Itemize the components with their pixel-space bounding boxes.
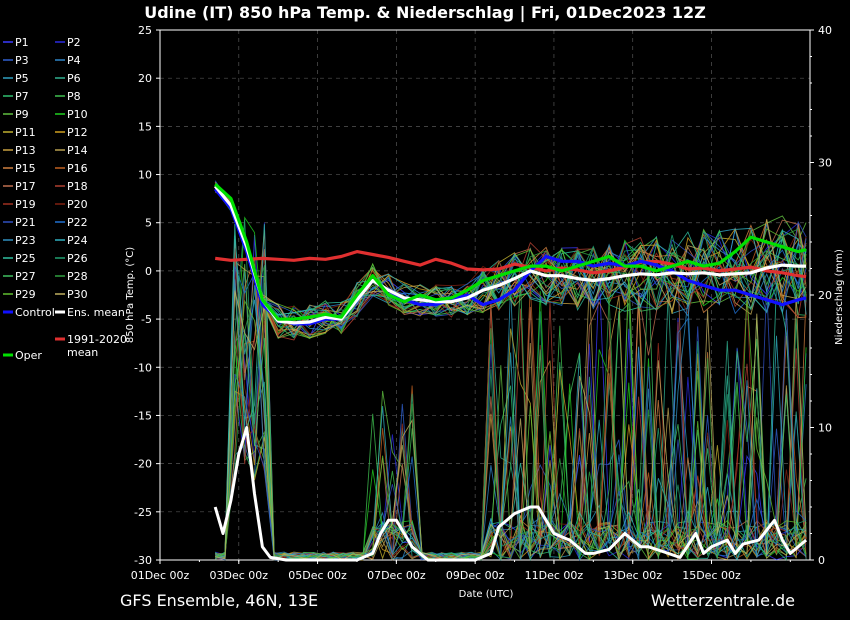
legend-label: P13 <box>15 144 36 157</box>
x-tick-label: 01Dec 00z <box>131 569 190 582</box>
legend-label: P1 <box>15 36 29 49</box>
legend-label: P20 <box>67 198 88 211</box>
member-temp-line <box>214 185 807 327</box>
legend-label: P7 <box>15 90 29 103</box>
legend-label: mean <box>67 346 98 359</box>
legend-label: P6 <box>67 72 81 85</box>
legend-label: P27 <box>15 270 36 283</box>
legend-label: P24 <box>67 234 88 247</box>
legend-label: P23 <box>15 234 36 247</box>
y-left-tick-label: -5 <box>141 313 152 326</box>
y-right-tick-label: 0 <box>818 554 825 567</box>
y-left-tick-label: -30 <box>134 554 152 567</box>
y-left-tick-label: 15 <box>138 120 152 133</box>
chart-svg: 25 20 15 10 5 0 -5 -10 -15 -20 -25 -30 40 30 20 10 0 01De… <box>3 3 845 610</box>
chart-root: 25 20 15 10 5 0 -5 -10 -15 -20 -25 -30 40 30 20 10 0 01De… <box>0 0 850 620</box>
x-tick-label: 13Dec 00z <box>603 569 662 582</box>
legend-label: P17 <box>15 180 36 193</box>
x-tick-label: 03Dec 00z <box>210 569 269 582</box>
legend-label: P22 <box>67 216 88 229</box>
x-tick-label: 05Dec 00z <box>288 569 347 582</box>
y-left-tick-label: -25 <box>134 506 152 519</box>
x-axis-label: Date (UTC) <box>459 589 514 600</box>
legend-label: P15 <box>15 162 36 175</box>
chart-title: Udine (IT) 850 hPa Temp. & Niederschlag … <box>144 3 706 23</box>
legend-label: P8 <box>67 90 81 103</box>
legend-label: P29 <box>15 288 36 301</box>
y-left-tick-label: 5 <box>145 217 152 230</box>
legend-label: P12 <box>67 126 88 139</box>
y-left-tick-label: 20 <box>138 72 152 85</box>
model-info: GFS Ensemble, 46N, 13E <box>120 591 318 610</box>
legend-label: 1991-2020 <box>67 333 127 346</box>
legend: P1 P2 P3 P4 P5 P6 P7 P8 P9 P10 P11 P12 P13 P14 P15 P16 P… <box>3 36 127 362</box>
y-right-tick-label: 20 <box>818 289 832 302</box>
x-tick-label: 15Dec 00z <box>682 569 741 582</box>
source-credit: Wetterzentrale.de <box>651 591 795 610</box>
y-left-tick-label: 0 <box>145 265 152 278</box>
y-right-tick-label: 40 <box>818 24 832 37</box>
y-left-tick-label: -15 <box>134 409 152 422</box>
y-left-tick-label: -10 <box>134 361 152 374</box>
legend-label: P2 <box>67 36 81 49</box>
member-precip-line <box>215 234 807 561</box>
control-line <box>213 187 807 326</box>
y-right-tick-label: 30 <box>818 157 832 170</box>
legend-label: P9 <box>15 108 29 121</box>
legend-label: P18 <box>67 180 88 193</box>
legend-label: P21 <box>15 216 36 229</box>
legend-label: P4 <box>67 54 81 67</box>
legend-label: P11 <box>15 126 36 139</box>
x-tick-label: 09Dec 00z <box>446 569 505 582</box>
y-axis-right-label: Niederschlag (mm) <box>834 249 845 345</box>
legend-label: Oper <box>15 349 42 362</box>
legend-label: Ens. mean <box>67 306 125 319</box>
legend-label: P16 <box>67 162 88 175</box>
ensemble-members <box>214 180 807 562</box>
legend-label: P3 <box>15 54 29 67</box>
y-left-tick-label: 25 <box>138 24 152 37</box>
legend-label: P5 <box>15 72 29 85</box>
legend-label: P26 <box>67 252 88 265</box>
y-left-tick-label: -20 <box>134 458 152 471</box>
legend-label: P28 <box>67 270 88 283</box>
legend-label: P19 <box>15 198 36 211</box>
y-right-tick-label: 10 <box>818 422 832 435</box>
legend-label: P10 <box>67 108 88 121</box>
y-left-tick-label: 10 <box>138 169 152 182</box>
legend-label: P25 <box>15 252 36 265</box>
x-tick-label: 07Dec 00z <box>367 569 426 582</box>
member-precip-line <box>215 235 807 561</box>
legend-label: P30 <box>67 288 88 301</box>
legend-label: Control <box>15 306 55 319</box>
y-axis-left-label: 850 hPa Temp. (°C) <box>125 247 136 343</box>
x-tick-label: 11Dec 00z <box>525 569 584 582</box>
legend-label: P14 <box>67 144 88 157</box>
